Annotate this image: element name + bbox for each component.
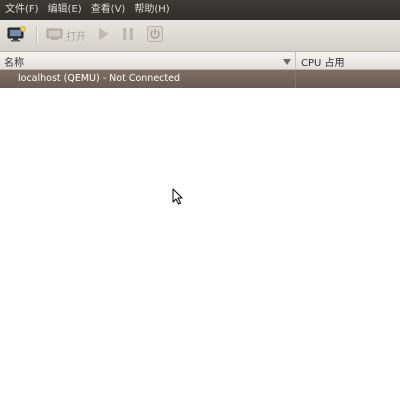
column-name-header[interactable]: 名称 — [0, 52, 296, 69]
run-button[interactable] — [94, 24, 112, 46]
open-button-label: 打开 — [66, 31, 86, 43]
power-icon — [147, 25, 163, 45]
menu-edit[interactable]: 编辑(E) — [44, 0, 86, 20]
row-name-cell: localhost (QEMU) - Not Connected — [0, 70, 296, 88]
new-vm-button[interactable] — [6, 24, 28, 46]
connection-list: localhost (QEMU) - Not Connected — [0, 70, 400, 400]
toolbar: 打开 — [0, 20, 400, 52]
open-button[interactable]: 打开 — [43, 24, 89, 46]
menu-help[interactable]: 帮助(H) — [130, 0, 173, 20]
connection-name: localhost (QEMU) - Not Connected — [18, 73, 180, 84]
monitor-new-icon — [7, 25, 27, 45]
pause-button[interactable] — [119, 24, 137, 46]
column-cpu-label: CPU 占用 — [301, 58, 345, 69]
pause-icon — [121, 27, 135, 44]
monitor-open-icon — [46, 27, 64, 44]
menu-file[interactable]: 文件(F) — [1, 0, 43, 20]
column-name-label: 名称 — [4, 58, 24, 69]
table-row[interactable]: localhost (QEMU) - Not Connected — [0, 70, 400, 88]
virt-manager-window: 文件(F) 编辑(E) 查看(V) 帮助(H) 打开 名称 CPU 占用 loc… — [0, 0, 400, 400]
sort-descending-icon — [283, 57, 291, 68]
column-header: 名称 CPU 占用 — [0, 52, 400, 70]
menu-view[interactable]: 查看(V) — [87, 0, 130, 20]
toolbar-separator — [36, 26, 38, 44]
menu-bar: 文件(F) 编辑(E) 查看(V) 帮助(H) — [0, 0, 400, 20]
play-icon — [96, 27, 110, 44]
column-cpu-header[interactable]: CPU 占用 — [297, 52, 400, 69]
shutdown-button[interactable] — [145, 24, 165, 46]
mouse-pointer-icon — [172, 188, 183, 208]
